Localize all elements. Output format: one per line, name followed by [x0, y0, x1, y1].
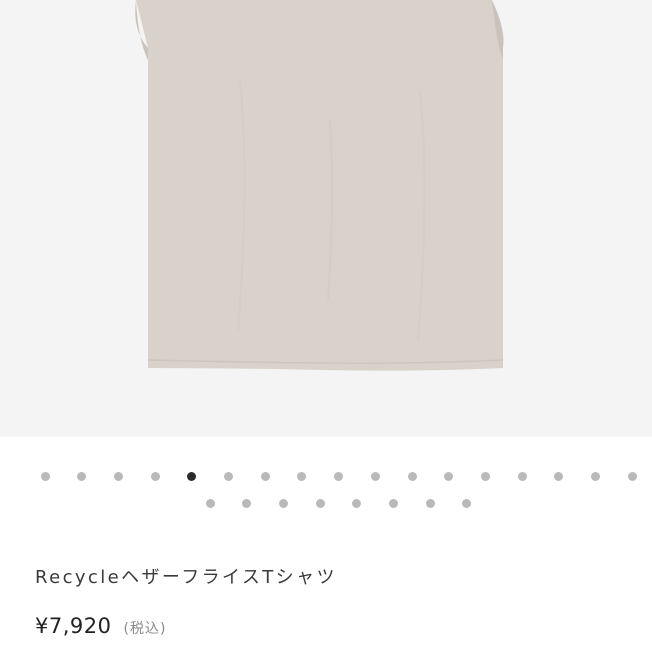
carousel-dot[interactable] — [334, 471, 344, 481]
product-image[interactable] — [0, 0, 652, 437]
price-row: ¥7,920 (税込) — [35, 614, 166, 638]
product-title: RecycleヘザーフライスTシャツ — [35, 567, 337, 588]
carousel-dot[interactable] — [150, 471, 160, 481]
carousel-dot[interactable] — [444, 471, 454, 481]
carousel-dot[interactable] — [77, 471, 87, 481]
tshirt-illustration — [135, 0, 504, 371]
product-page: RecycleヘザーフライスTシャツ ¥7,920 (税込) — [0, 0, 652, 652]
carousel-dot[interactable] — [40, 471, 50, 481]
carousel-dot[interactable] — [554, 471, 564, 481]
carousel-dot[interactable] — [315, 498, 325, 508]
carousel-pagination — [0, 466, 652, 516]
carousel-dot[interactable] — [627, 471, 637, 481]
product-price: ¥7,920 — [35, 614, 112, 638]
carousel-dot[interactable] — [517, 471, 527, 481]
carousel-dot[interactable] — [462, 498, 472, 508]
carousel-dot[interactable] — [370, 471, 380, 481]
carousel-dot[interactable] — [297, 471, 307, 481]
carousel-dot[interactable] — [278, 498, 288, 508]
carousel-dot[interactable] — [591, 471, 600, 481]
carousel-dot[interactable] — [480, 471, 490, 481]
carousel-dot[interactable] — [407, 471, 417, 481]
carousel-dot[interactable] — [187, 471, 197, 481]
carousel-dot[interactable] — [425, 498, 435, 508]
carousel-dot[interactable] — [242, 498, 252, 508]
carousel-dot[interactable] — [224, 471, 233, 481]
tax-note: (税込) — [123, 621, 167, 637]
carousel-dot[interactable] — [352, 498, 362, 508]
shirt-body — [136, 0, 503, 371]
carousel-dot[interactable] — [205, 498, 215, 508]
carousel-dot[interactable] — [113, 471, 123, 481]
carousel-dot[interactable] — [260, 471, 270, 481]
carousel-dot[interactable] — [389, 498, 398, 508]
